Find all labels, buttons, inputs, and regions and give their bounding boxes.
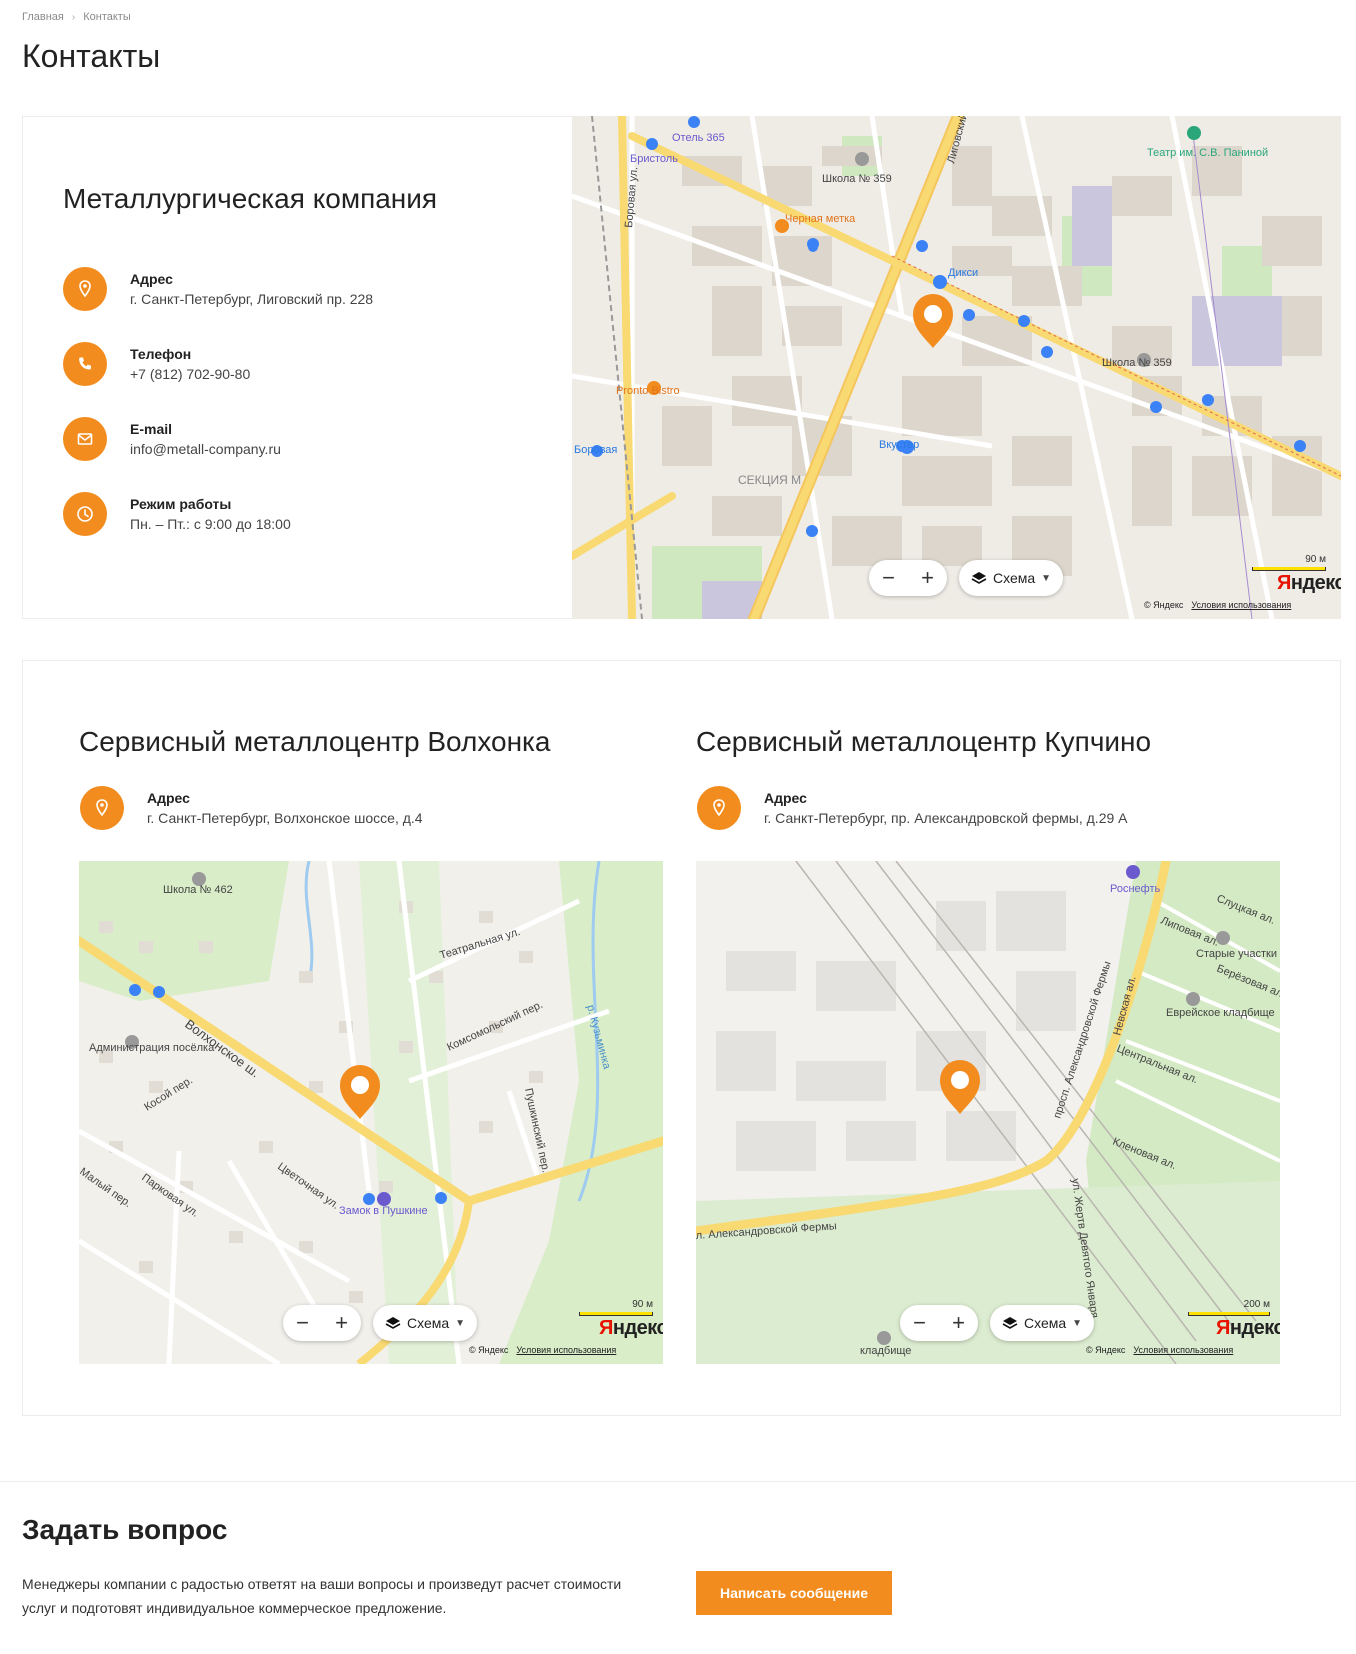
caret-down-icon: ▼: [455, 1317, 466, 1329]
hours-row: Режим работы Пн. – Пт.: с 9:00 до 18:00: [63, 492, 291, 536]
volkhonka-map-canvas: Школа № 462 Администрация посёлка Волхон…: [79, 861, 663, 1364]
phone-value[interactable]: +7 (812) 702-90-80: [130, 363, 250, 385]
map-label: Театр им. С.В. Паниной: [1147, 147, 1268, 159]
email-row: E-mail info@metall-company.ru: [63, 417, 281, 461]
phone-icon: [63, 342, 107, 386]
map-scale: 90 м: [1252, 554, 1326, 571]
layers-icon: [971, 572, 987, 584]
map-controls: − + Схема ▼: [283, 1305, 478, 1341]
phone-label: Телефон: [130, 346, 192, 362]
branch-address-row: Адрес г. Санкт-Петербург, пр. Александро…: [697, 786, 1128, 830]
address-label: Адрес: [147, 790, 190, 806]
map-label: Отель 365: [672, 132, 725, 144]
yandex-logo[interactable]: Яндекс: [1277, 572, 1341, 595]
hours-value: Пн. – Пт.: с 9:00 до 18:00: [130, 516, 291, 532]
main-map-canvas: Отель 365 Бристоль Школа № 359 Черная ме…: [572, 116, 1341, 619]
zoom-control: − +: [900, 1305, 978, 1341]
map-layer-button[interactable]: Схема ▼: [990, 1305, 1095, 1341]
location-pin-icon: [63, 267, 107, 311]
write-message-button[interactable]: Написать сообщение: [696, 1571, 892, 1615]
chevron-right-icon: ›: [71, 11, 76, 23]
map-copyright: © Яндекс Условия использования: [469, 1345, 617, 1355]
layers-icon: [385, 1317, 401, 1329]
zoom-out-button[interactable]: −: [873, 560, 905, 596]
branch-title: Сервисный металлоцентр Волхонка: [79, 726, 551, 757]
mail-icon: [63, 417, 107, 461]
map-layer-label: Схема: [1024, 1315, 1067, 1331]
caret-down-icon: ▼: [1041, 572, 1052, 584]
address-value: г. Санкт-Петербург, Волхонское шоссе, д.…: [147, 810, 423, 826]
address-row: Адрес г. Санкт-Петербург, Лиговский пр. …: [63, 267, 373, 311]
address-value: г. Санкт-Петербург, пр. Александровской …: [764, 810, 1128, 826]
company-title: Металлургическая компания: [63, 183, 438, 214]
map-label: Бристоль: [630, 153, 678, 165]
map-scale: 90 м: [579, 1299, 653, 1316]
location-pin-icon: [697, 786, 741, 830]
map-label: Боровая: [574, 444, 617, 456]
map-label: Замок в Пушкине: [339, 1205, 428, 1217]
section-divider: [0, 1481, 1356, 1482]
ask-title: Задать вопрос: [22, 1514, 228, 1545]
zoom-control: − +: [283, 1305, 361, 1341]
map-label: Дикси: [948, 267, 978, 279]
map-terms-link[interactable]: Условия использования: [1191, 600, 1291, 610]
layers-icon: [1002, 1317, 1018, 1329]
clock-icon: [63, 492, 107, 536]
map-label: Школа № 359: [822, 173, 892, 185]
yandex-logo[interactable]: Яндекс: [1216, 1317, 1280, 1340]
map-label: Pronto Bistro: [616, 385, 680, 397]
map-terms-link[interactable]: Условия использования: [516, 1345, 616, 1355]
zoom-out-button[interactable]: −: [287, 1305, 319, 1341]
map-label: Школа № 462: [163, 884, 233, 896]
map-layer-label: Схема: [993, 570, 1036, 586]
map-layer-button[interactable]: Схема ▼: [373, 1305, 478, 1341]
zoom-out-button[interactable]: −: [904, 1305, 936, 1341]
zoom-in-button[interactable]: +: [912, 560, 944, 596]
zoom-in-button[interactable]: +: [326, 1305, 358, 1341]
phone-row: Телефон +7 (812) 702-90-80: [63, 342, 250, 386]
zoom-control: − +: [869, 560, 947, 596]
map-label: Старые участки: [1196, 948, 1277, 960]
address-label: Адрес: [764, 790, 807, 806]
main-map[interactable]: Отель 365 Бристоль Школа № 359 Черная ме…: [572, 116, 1341, 619]
email-value[interactable]: info@metall-company.ru: [130, 438, 281, 460]
map-label: Роснефть: [1110, 883, 1161, 895]
map-scale: 200 м: [1188, 1299, 1270, 1316]
zoom-in-button[interactable]: +: [943, 1305, 975, 1341]
location-pin-icon: [80, 786, 124, 830]
email-label: E-mail: [130, 421, 173, 437]
address-label: Адрес: [130, 271, 173, 287]
map-label: Администрация посёлка: [89, 1042, 215, 1054]
map-label: кладбище: [860, 1345, 911, 1357]
map-label: Вкустер: [879, 439, 919, 451]
ask-description: Менеджеры компании с радостью ответят на…: [22, 1576, 622, 1616]
branch-title: Сервисный металлоцентр Купчино: [696, 726, 1152, 757]
yandex-logo[interactable]: Яндекс: [599, 1317, 663, 1340]
page-title: Контакты: [22, 38, 161, 74]
volkhonka-map[interactable]: Школа № 462 Администрация посёлка Волхон…: [79, 861, 663, 1364]
branch-address-row: Адрес г. Санкт-Петербург, Волхонское шос…: [80, 786, 423, 830]
kupchino-map[interactable]: Роснефть Слуцкая ал. Липовая ал. Старые …: [696, 861, 1280, 1364]
map-layer-button[interactable]: Схема ▼: [959, 560, 1064, 596]
breadcrumb-current: Контакты: [83, 11, 131, 23]
breadcrumb: Главная › Контакты: [22, 11, 131, 23]
map-copyright: © Яндекс Условия использования: [1144, 600, 1292, 610]
map-label: Черная метка: [785, 213, 856, 225]
map-controls: − + Схема ▼: [900, 1305, 1095, 1341]
kupchino-map-canvas: Роснефть Слуцкая ал. Липовая ал. Старые …: [696, 861, 1280, 1364]
map-label: Школа № 359: [1102, 357, 1172, 369]
caret-down-icon: ▼: [1072, 1317, 1083, 1329]
map-copyright: © Яндекс Условия использования: [1086, 1345, 1234, 1355]
address-value: г. Санкт-Петербург, Лиговский пр. 228: [130, 291, 374, 307]
map-label: СЕКЦИЯ М: [738, 473, 801, 487]
breadcrumb-home-link[interactable]: Главная: [22, 11, 64, 23]
map-label: Еврейское кладбище: [1166, 1007, 1275, 1019]
hours-label: Режим работы: [130, 496, 232, 512]
map-layer-label: Схема: [407, 1315, 450, 1331]
map-controls: − + Схема ▼: [869, 560, 1064, 596]
map-terms-link[interactable]: Условия использования: [1133, 1345, 1233, 1355]
